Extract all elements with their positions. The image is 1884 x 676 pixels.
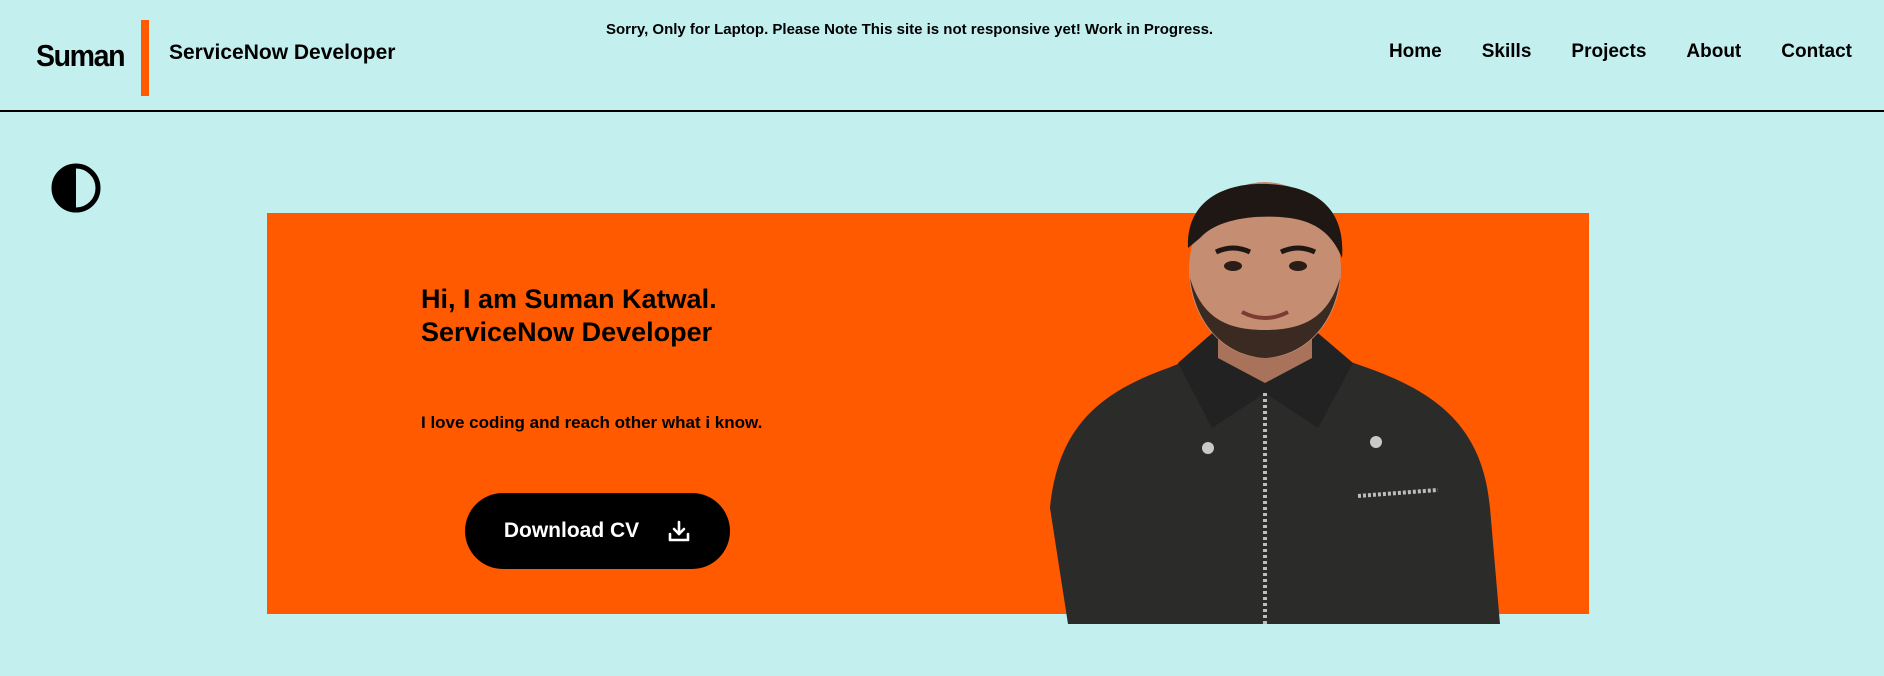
contrast-icon: [51, 163, 101, 213]
hero-greeting: Hi, I am Suman Katwal.: [421, 284, 717, 314]
nav-item-projects[interactable]: Projects: [1571, 41, 1646, 63]
hero-tagline: I love coding and reach other what i kno…: [421, 413, 763, 432]
logo-divider: [141, 20, 149, 96]
site-header: Suman ServiceNow Developer Sorry, Only f…: [0, 0, 1884, 112]
nav-item-home[interactable]: Home: [1389, 41, 1442, 63]
hero-title: Hi, I am Suman Katwal. ServiceNow Develo…: [421, 283, 717, 349]
logo-role: ServiceNow Developer: [169, 41, 396, 64]
main-nav: Home Skills Projects About Contact: [1389, 41, 1852, 63]
nav-item-about[interactable]: About: [1686, 41, 1741, 63]
profile-photo: [1028, 178, 1502, 624]
nav-item-contact[interactable]: Contact: [1781, 41, 1852, 63]
hero-role: ServiceNow Developer: [421, 317, 713, 347]
responsive-notice: Sorry, Only for Laptop. Please Note This…: [606, 21, 1214, 38]
nav-item-skills[interactable]: Skills: [1482, 41, 1532, 63]
logo-name[interactable]: Suman: [36, 38, 126, 74]
download-icon: [668, 520, 690, 542]
download-cv-button[interactable]: Download CV: [465, 493, 730, 569]
theme-toggle-button[interactable]: [50, 162, 102, 214]
download-cv-label: Download CV: [503, 519, 640, 542]
